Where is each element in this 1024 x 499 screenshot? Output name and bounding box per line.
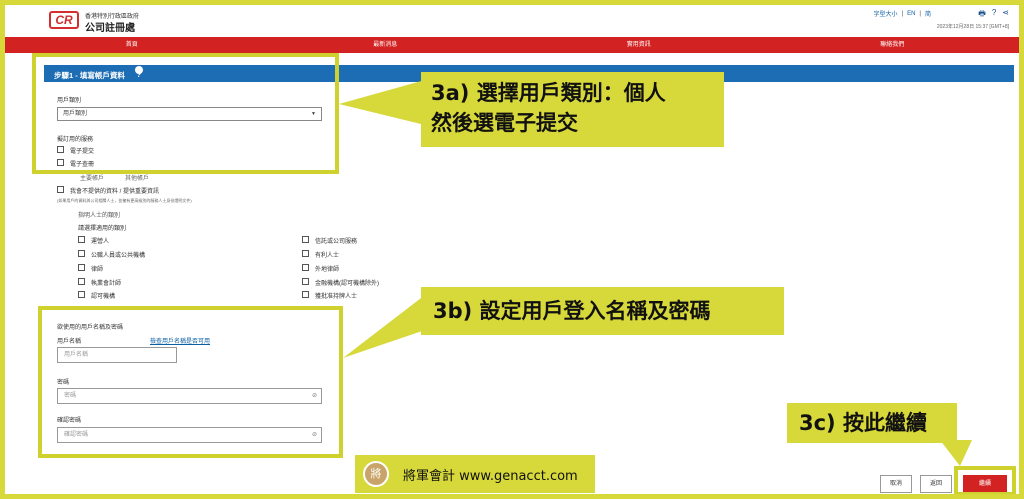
pointer-c bbox=[940, 440, 972, 466]
genacct-seal-logo: 將 bbox=[363, 461, 389, 487]
pointer-b bbox=[343, 295, 425, 358]
callout-3c: 3c) 按此繼續 bbox=[787, 403, 957, 443]
footer-badge: 將 將軍會計 www.genacct.com bbox=[355, 455, 595, 493]
footer-text: 將軍會計 www.genacct.com bbox=[403, 468, 578, 484]
callout-3a: 3a) 選擇用戶類別：個人 然後選電子提交 bbox=[421, 72, 724, 147]
callout-3b: 3b) 設定用戶登入名稱及密碼 bbox=[421, 287, 784, 335]
pointer-a bbox=[339, 80, 425, 125]
